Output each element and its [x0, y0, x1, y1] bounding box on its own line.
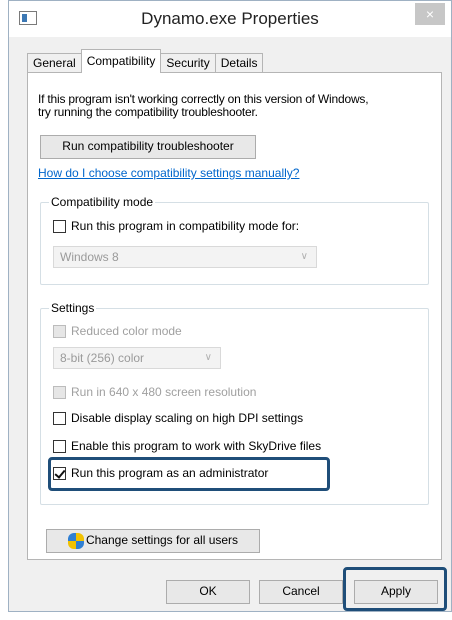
compat-mode-checkbox[interactable] [53, 219, 66, 233]
title-bar: Dynamo.exe Properties × [9, 1, 451, 37]
resolution-checkbox [53, 385, 66, 399]
change-settings-all-users-label: Change settings for all users [85, 533, 239, 547]
os-version-value: Windows 8 [60, 250, 119, 264]
skydrive-checkbox[interactable] [53, 439, 66, 453]
compatibility-tab-panel: If this program isn't working correctly … [27, 72, 442, 560]
resolution-label: Run in 640 x 480 screen resolution [71, 385, 257, 399]
tab-general[interactable]: General [27, 53, 82, 73]
compat-mode-checkbox-row[interactable]: Run this program in compatibility mode f… [53, 218, 299, 234]
color-depth-select: 8-bit (256) color ∨ [53, 347, 221, 369]
resolution-row: Run in 640 x 480 screen resolution [53, 384, 256, 400]
dpi-scaling-checkbox[interactable] [53, 411, 66, 425]
compatibility-mode-group: Compatibility mode Run this program in c… [40, 195, 429, 285]
run-troubleshooter-button[interactable]: Run compatibility troubleshooter [40, 135, 256, 159]
chevron-down-icon: ∨ [204, 352, 212, 363]
dpi-scaling-row[interactable]: Disable display scaling on high DPI sett… [53, 410, 303, 426]
close-icon[interactable]: × [415, 3, 445, 25]
settings-group-label: Settings [49, 301, 97, 315]
compat-mode-checkbox-label: Run this program in compatibility mode f… [71, 219, 300, 233]
compatibility-mode-label: Compatibility mode [49, 195, 156, 209]
window-title: Dynamo.exe Properties [141, 9, 319, 28]
run-as-admin-highlight [48, 457, 330, 491]
chevron-down-icon: ∨ [300, 251, 308, 262]
dpi-scaling-label: Disable display scaling on high DPI sett… [71, 411, 304, 425]
uac-shield-icon [67, 532, 84, 549]
skydrive-row[interactable]: Enable this program to work with SkyDriv… [53, 438, 321, 454]
tab-compatibility[interactable]: Compatibility [80, 49, 162, 73]
intro-text: If this program isn't working correctly … [38, 93, 369, 119]
tab-details[interactable]: Details [214, 53, 264, 73]
cancel-button[interactable]: Cancel [259, 580, 343, 604]
change-settings-all-users-button[interactable]: Change settings for all users [46, 529, 260, 553]
tab-strip: General Compatibility Security Details [27, 49, 264, 73]
intro-line-2: try running the compatibility troublesho… [38, 105, 258, 119]
reduced-color-label: Reduced color mode [71, 324, 182, 338]
os-version-select[interactable]: Windows 8 ∨ [53, 246, 317, 268]
ok-button[interactable]: OK [166, 580, 250, 604]
reduced-color-row: Reduced color mode [53, 323, 182, 339]
color-depth-value: 8-bit (256) color [60, 351, 145, 365]
manual-settings-link[interactable]: How do I choose compatibility settings m… [38, 166, 299, 180]
properties-dialog: Dynamo.exe Properties × General Compatib… [8, 0, 452, 612]
reduced-color-checkbox [53, 324, 66, 338]
tab-security[interactable]: Security [160, 53, 216, 73]
apply-button-highlight [343, 567, 447, 611]
skydrive-label: Enable this program to work with SkyDriv… [71, 439, 322, 453]
